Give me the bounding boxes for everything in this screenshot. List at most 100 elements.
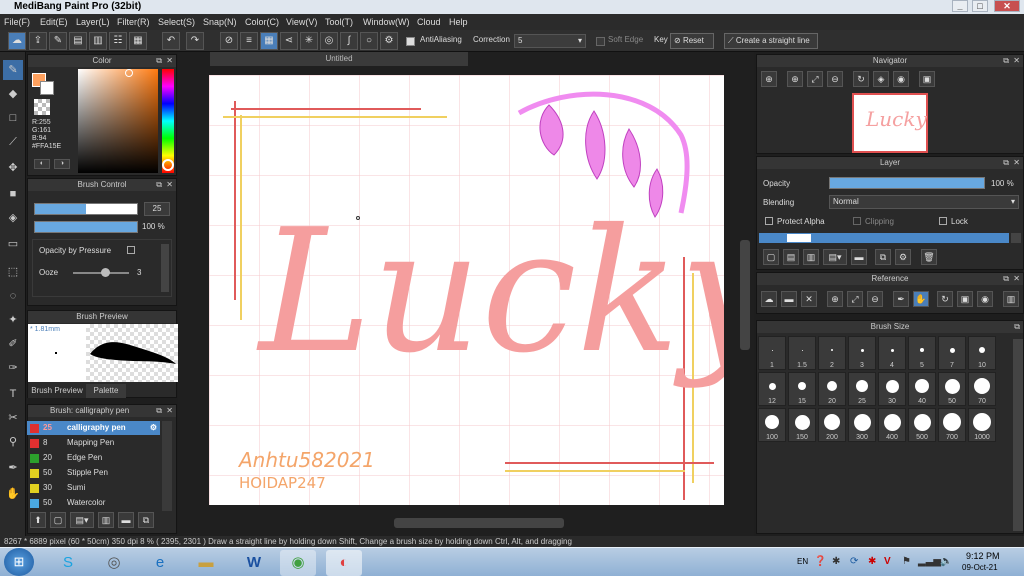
hand-tool-icon[interactable]: ✋ <box>3 484 23 504</box>
cloud-icon[interactable]: ☁ <box>8 32 26 50</box>
signal-icon[interactable]: ▂▃▅ <box>918 556 941 567</box>
ooze-slider-handle[interactable] <box>101 268 110 277</box>
horizontal-scrollbar[interactable] <box>394 518 564 528</box>
skype-icon[interactable]: S <box>50 550 86 576</box>
brush-size-cell[interactable]: 700 <box>938 408 966 442</box>
menu-filter[interactable]: Filter(R) <box>117 14 150 30</box>
circle-snap-icon[interactable]: ○ <box>360 32 378 50</box>
duplicate-icon[interactable]: ⧉ <box>138 512 154 528</box>
eraser-tool-icon[interactable]: ◆ <box>3 84 23 104</box>
hue-slider[interactable] <box>162 69 174 173</box>
opacity-by-pressure-checkbox[interactable] <box>127 246 135 254</box>
float-icon[interactable]: ⧉ <box>156 55 162 67</box>
new-layer-icon[interactable]: ▢ <box>763 249 779 265</box>
palette-icon[interactable]: ◑ <box>54 159 70 169</box>
eyedropper-icon[interactable]: ✒ <box>893 291 909 307</box>
internet-explorer-icon[interactable]: e <box>142 550 178 576</box>
select-tool-icon[interactable]: ⬚ <box>3 262 23 282</box>
concentric-snap-icon[interactable]: ◎ <box>320 32 338 50</box>
brush-size-cell[interactable]: 10 <box>968 336 996 370</box>
brush-size-cell[interactable]: 15 <box>788 372 816 406</box>
gradient-tool-icon[interactable]: ▭ <box>3 234 23 254</box>
mirror-icon[interactable]: ▥ <box>1003 291 1019 307</box>
brush-size-cell[interactable]: 5 <box>908 336 936 370</box>
brush-size-cell[interactable]: 100 <box>758 408 786 442</box>
volume-icon[interactable]: 🔈 <box>940 556 952 567</box>
brush-size-slider[interactable] <box>34 203 138 215</box>
background-color-swatch[interactable] <box>40 81 54 95</box>
close-icon[interactable]: ✕ <box>166 405 173 417</box>
close-icon[interactable]: ✕ <box>166 179 173 191</box>
transparent-swatch[interactable] <box>34 99 50 115</box>
mirror-icon[interactable]: ▣ <box>919 71 935 87</box>
eyedropper-icon[interactable]: ◐ <box>34 159 50 169</box>
brush-size-scrollbar[interactable] <box>1013 339 1023 531</box>
layer-folder-icon[interactable]: ▬ <box>851 249 867 265</box>
float-icon[interactable]: ⧉ <box>1003 157 1009 169</box>
clock-time[interactable]: 9:12 PM <box>966 551 1000 561</box>
brush-size-value[interactable]: 25 <box>144 202 170 216</box>
menu-select[interactable]: Select(S) <box>158 14 195 30</box>
sync-icon[interactable]: ⟳ <box>850 556 858 567</box>
menu-view[interactable]: View(V) <box>286 14 317 30</box>
brush-options-scrollbar[interactable] <box>161 244 169 292</box>
rotate-icon[interactable]: ↻ <box>853 71 869 87</box>
select-eraser-tool-icon[interactable]: ✑ <box>3 358 23 378</box>
brush-options-icon[interactable]: ▤▾ <box>70 512 94 528</box>
settings-icon[interactable]: ✱ <box>832 556 840 567</box>
grid-snap-icon[interactable]: ▦ <box>260 32 278 50</box>
brush-size-cell[interactable]: 150 <box>788 408 816 442</box>
float-icon[interactable]: ⧉ <box>1003 273 1009 285</box>
brush-size-cell[interactable]: 500 <box>908 408 936 442</box>
brush-item-mapping-pen[interactable]: 8 Mapping Pen <box>27 436 160 450</box>
brush-size-cell[interactable]: 3 <box>848 336 876 370</box>
menu-color[interactable]: Color(C) <box>245 14 279 30</box>
lock-checkbox[interactable] <box>939 217 947 225</box>
clock-date[interactable]: 09-Oct-21 <box>962 563 998 572</box>
correction-select[interactable]: 5 ▾ <box>514 34 586 48</box>
grid-list-icon[interactable]: ▦ <box>129 32 147 50</box>
float-icon[interactable]: ⧉ <box>1014 321 1020 333</box>
float-icon[interactable]: ⧉ <box>156 179 162 191</box>
language-indicator[interactable]: EN <box>797 557 808 566</box>
picker-tool-icon[interactable]: ✒ <box>3 458 23 478</box>
brush-opacity-slider[interactable] <box>34 221 138 233</box>
curve-snap-icon[interactable]: ∫ <box>340 32 358 50</box>
rotate-icon[interactable]: ↻ <box>937 291 953 307</box>
layer-scrollbar[interactable] <box>1011 233 1021 243</box>
vivaldi-icon[interactable]: V <box>884 556 891 567</box>
new-brush-icon[interactable]: ▢ <box>50 512 66 528</box>
flip-icon[interactable]: ◈ <box>873 71 889 87</box>
close-icon[interactable]: ✕ <box>166 55 173 67</box>
gear-icon[interactable]: ⚙ <box>150 421 157 435</box>
minimize-button[interactable]: _ <box>952 0 968 12</box>
merge-down-icon[interactable]: ⧉ <box>875 249 891 265</box>
tab-palette[interactable]: Palette <box>86 384 126 398</box>
menu-layer[interactable]: Layer(L) <box>76 14 110 30</box>
saturation-value-picker[interactable] <box>78 69 158 173</box>
zoom-out-icon[interactable]: ⊖ <box>867 291 883 307</box>
float-icon[interactable]: ⧉ <box>156 405 162 417</box>
folder-icon[interactable]: ▬ <box>118 512 134 528</box>
tab-brush-preview[interactable]: Brush Preview <box>28 384 86 398</box>
duplicate-layer-icon[interactable]: ▥ <box>803 249 819 265</box>
menu-tool[interactable]: Tool(T) <box>325 14 353 30</box>
move-tool-icon[interactable]: ✥ <box>3 158 23 178</box>
new-halftone-layer-icon[interactable]: ▤ <box>783 249 799 265</box>
maximize-button[interactable]: □ <box>972 0 988 12</box>
brush-size-cell[interactable]: 200 <box>818 408 846 442</box>
layer-menu-icon[interactable]: ▤▾ <box>823 249 847 265</box>
close-reference-icon[interactable]: ✕ <box>801 291 817 307</box>
brush-size-cell[interactable]: 400 <box>878 408 906 442</box>
soft-edge-checkbox[interactable] <box>596 37 605 46</box>
protect-alpha-checkbox[interactable] <box>765 217 773 225</box>
fit-icon[interactable]: ⤢ <box>807 71 823 87</box>
layer-row[interactable] <box>759 233 1009 243</box>
add-brush-icon[interactable]: ⬆ <box>30 512 46 528</box>
radial-snap-icon[interactable]: ✳ <box>300 32 318 50</box>
media-icon[interactable]: ◎ <box>96 550 132 576</box>
bucket-tool-icon[interactable]: ◈ <box>3 208 23 228</box>
zoom-out-icon[interactable]: ⊖ <box>827 71 843 87</box>
shape-tool-icon[interactable]: ■ <box>3 184 23 204</box>
brush-size-cell[interactable]: 25 <box>848 372 876 406</box>
